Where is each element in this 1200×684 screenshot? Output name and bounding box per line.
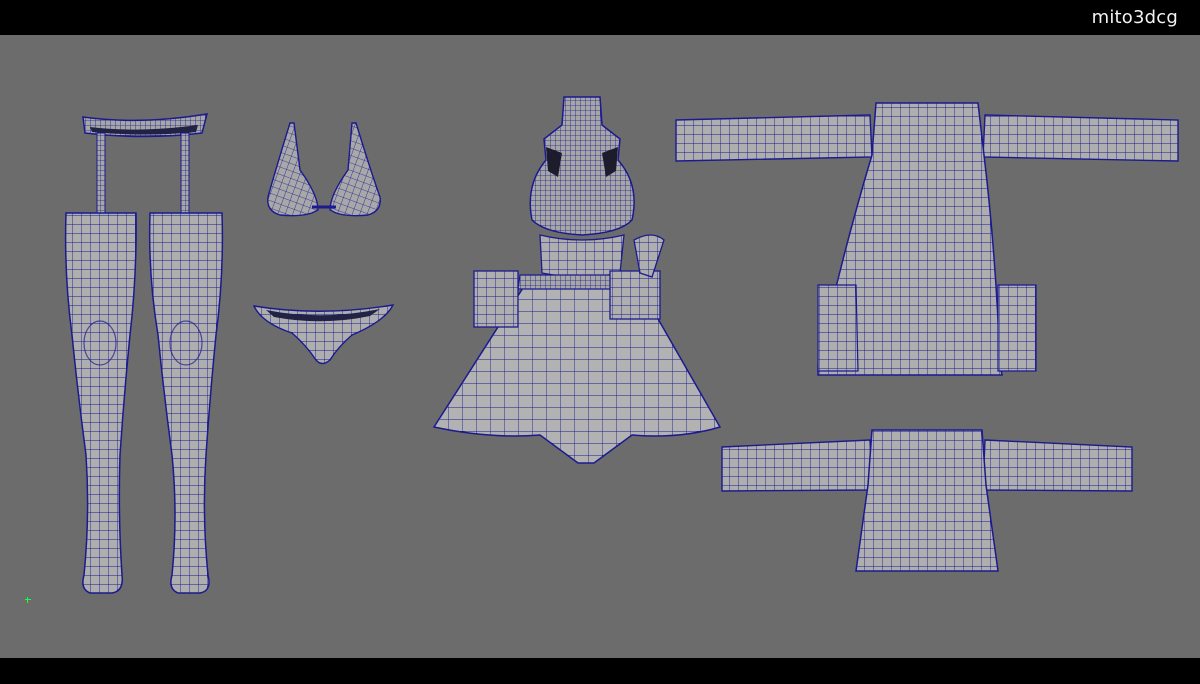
viewport-canvas[interactable] [0, 35, 1200, 658]
jacket-long-mesh[interactable] [675, 102, 1179, 376]
bra-mesh[interactable] [267, 122, 381, 217]
stocking-left-mesh[interactable] [64, 212, 137, 594]
top-letterbox-bar: mito3dcg [0, 0, 1200, 35]
jacket-short-mesh[interactable] [721, 429, 1133, 572]
panties-mesh[interactable] [252, 304, 395, 365]
screenshot-frame: mito3dcg [0, 0, 1200, 684]
garter-belt-mesh[interactable] [82, 113, 209, 214]
watermark-text: mito3dcg [1091, 7, 1178, 28]
pivot-cross-icon [25, 597, 31, 603]
bottom-letterbox-bar [0, 658, 1200, 684]
stocking-right-mesh[interactable] [148, 212, 224, 594]
3d-viewport[interactable] [0, 35, 1200, 658]
